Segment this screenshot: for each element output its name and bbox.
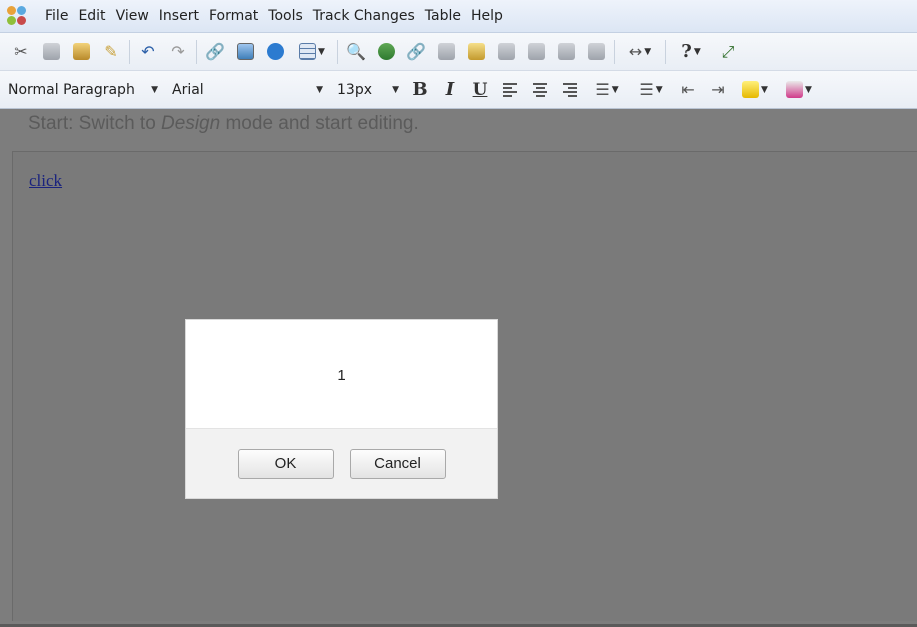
cancel-button[interactable]: Cancel — [349, 448, 446, 479]
menu-help[interactable]: Help — [466, 8, 508, 24]
link-icon[interactable]: 🔗 — [200, 38, 230, 66]
confirm-dialog: 1 OK Cancel — [186, 320, 497, 498]
ok-button[interactable]: OK — [237, 448, 334, 479]
hint-prefix: Start: Switch to — [28, 113, 162, 134]
toolbar-separator — [196, 39, 197, 64]
hint-mode: Design — [161, 113, 221, 134]
toolbar-separator — [665, 39, 666, 64]
menu-insert[interactable]: Insert — [154, 8, 204, 24]
numbered-list-icon[interactable]: ☰ ▼ — [629, 76, 673, 104]
font-size-select[interactable]: 13px ▼ — [329, 77, 405, 103]
toolbar-separator — [129, 39, 130, 64]
chevron-down-icon: ▼ — [805, 84, 812, 95]
undo-icon[interactable]: ↶ — [133, 38, 163, 66]
unlink-icon[interactable]: 🔗 — [401, 38, 431, 66]
toolbar-separator — [337, 39, 338, 64]
redo-icon[interactable]: ↷ — [163, 38, 193, 66]
italic-label: I — [445, 79, 455, 100]
paste-icon[interactable] — [66, 38, 96, 66]
paragraph-style-value: Normal Paragraph — [8, 81, 135, 98]
show-changes-icon[interactable] — [581, 38, 611, 66]
bold-label: B — [412, 79, 428, 100]
click-link[interactable]: click — [29, 171, 62, 191]
reject-change-icon[interactable] — [491, 38, 521, 66]
font-size-value: 13px — [337, 81, 372, 98]
menu-tools[interactable]: Tools — [263, 8, 308, 24]
font-family-value: Arial — [172, 81, 204, 98]
text-color-icon[interactable]: ▼ — [777, 76, 821, 104]
hint-suffix: mode and start editing. — [220, 113, 419, 134]
app-logo-icon — [6, 5, 30, 27]
find-icon[interactable]: 🔍 — [341, 38, 371, 66]
align-center-icon[interactable] — [525, 76, 555, 104]
menu-track-changes[interactable]: Track Changes — [308, 8, 420, 24]
chevron-down-icon: ▼ — [761, 84, 768, 95]
toolbar-row-2: Normal Paragraph ▼ Arial ▼ 13px ▼ B I U … — [0, 71, 917, 109]
italic-button[interactable]: I — [435, 76, 465, 104]
spellcheck-icon[interactable] — [371, 38, 401, 66]
chevron-down-icon: ▼ — [316, 84, 323, 95]
font-family-select[interactable]: Arial ▼ — [164, 77, 329, 103]
track-change-icon[interactable] — [431, 38, 461, 66]
accept-change-icon[interactable] — [461, 38, 491, 66]
paragraph-style-select[interactable]: Normal Paragraph ▼ — [0, 77, 164, 103]
outdent-icon[interactable]: ⇤ — [673, 76, 703, 104]
copy-icon[interactable] — [36, 38, 66, 66]
media-icon[interactable] — [260, 38, 290, 66]
bold-button[interactable]: B — [405, 76, 435, 104]
horizontal-rule-icon[interactable]: ↔ ▼ — [618, 38, 662, 66]
chevron-down-icon: ▼ — [644, 46, 652, 57]
next-change-icon[interactable] — [521, 38, 551, 66]
format-painter-icon[interactable]: ✎ — [96, 38, 126, 66]
toolbar-row-1: ✂ ✎ ↶ ↷ 🔗 ▼ 🔍 🔗 ↔ ▼ ? ▼ ⤢ — [0, 33, 917, 71]
menu-file[interactable]: File — [40, 8, 73, 24]
fullscreen-icon[interactable]: ⤢ — [713, 38, 743, 66]
menu-bar: File Edit View Insert Format Tools Track… — [0, 0, 917, 33]
chevron-down-icon: ▼ — [151, 84, 158, 95]
chevron-down-icon: ▼ — [392, 84, 399, 95]
underline-label: U — [472, 79, 488, 100]
toolbar-separator — [614, 39, 615, 64]
menu-edit[interactable]: Edit — [73, 8, 110, 24]
dialog-footer: OK Cancel — [186, 428, 497, 498]
underline-button[interactable]: U — [465, 76, 495, 104]
help-label: ? — [681, 41, 692, 62]
cut-icon[interactable]: ✂ — [6, 38, 36, 66]
menu-view[interactable]: View — [111, 8, 154, 24]
chevron-down-icon: ▼ — [655, 84, 663, 95]
highlight-color-icon[interactable]: ▼ — [733, 76, 777, 104]
indent-icon[interactable]: ⇥ — [703, 76, 733, 104]
align-left-icon[interactable] — [495, 76, 525, 104]
prev-change-icon[interactable] — [551, 38, 581, 66]
menu-format[interactable]: Format — [204, 8, 263, 24]
image-icon[interactable] — [230, 38, 260, 66]
align-right-icon[interactable] — [555, 76, 585, 104]
table-icon[interactable]: ▼ — [290, 38, 334, 66]
editor-hint: Start: Switch to Design mode and start e… — [28, 113, 419, 135]
bullet-list-icon[interactable]: ☰ ▼ — [585, 76, 629, 104]
dialog-message: 1 — [337, 366, 346, 384]
chevron-down-icon: ▼ — [611, 84, 619, 95]
chevron-down-icon: ▼ — [693, 46, 701, 57]
chevron-down-icon: ▼ — [318, 46, 325, 57]
menu-table[interactable]: Table — [420, 8, 466, 24]
help-icon[interactable]: ? ▼ — [669, 38, 713, 66]
